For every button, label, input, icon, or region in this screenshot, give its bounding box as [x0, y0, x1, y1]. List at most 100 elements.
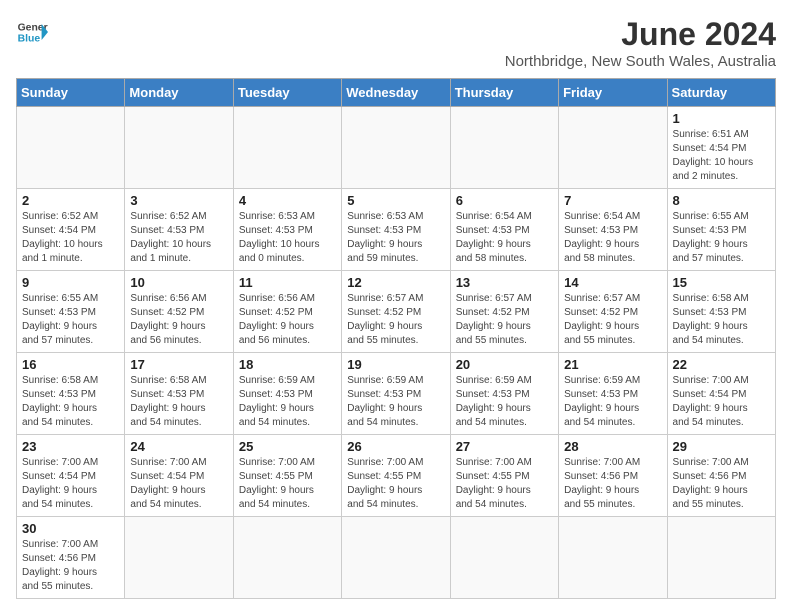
calendar-cell: 7Sunrise: 6:54 AM Sunset: 4:53 PM Daylig…	[559, 189, 667, 271]
calendar-cell	[233, 517, 341, 599]
calendar-cell: 23Sunrise: 7:00 AM Sunset: 4:54 PM Dayli…	[17, 435, 125, 517]
day-info: Sunrise: 7:00 AM Sunset: 4:54 PM Dayligh…	[673, 374, 770, 430]
day-number: 28	[564, 439, 661, 454]
calendar-cell: 21 Sunrise: 6:59 AM Sunset: 4:53 PM Dayli…	[559, 353, 667, 435]
day-number: 22	[673, 357, 770, 372]
title-area: June 2024 Northbridge, New South Wales, …	[505, 16, 776, 70]
calendar-cell	[450, 517, 558, 599]
day-info: Sunrise: 7:00 AM Sunset: 4:55 PM Dayligh…	[456, 456, 553, 512]
calendar-cell: 4Sunrise: 6:53 AM Sunset: 4:53 PM Daylig…	[233, 189, 341, 271]
calendar-cell: 28 Sunrise: 7:00 AM Sunset: 4:56 PM Dayli…	[559, 435, 667, 517]
calendar-cell: 19Sunrise: 6:59 AM Sunset: 4:53 PM Dayli…	[342, 353, 450, 435]
day-number: 15	[673, 275, 770, 290]
day-info: Sunrise: 6:57 AM Sunset: 4:52 PM Dayligh…	[564, 292, 661, 348]
calendar-cell: 1 Sunrise: 6:51 AM Sunset: 4:54 PM Daylig…	[667, 107, 775, 189]
calendar-cell	[233, 107, 341, 189]
day-number: 11	[239, 275, 336, 290]
day-info: Sunrise: 6:55 AM Sunset: 4:53 PM Dayligh…	[673, 210, 770, 266]
logo: General Blue	[16, 16, 48, 48]
day-number: 1	[673, 111, 770, 126]
calendar-cell: 24Sunrise: 7:00 AM Sunset: 4:54 PM Dayli…	[125, 435, 233, 517]
day-info: Sunrise: 6:57 AM Sunset: 4:52 PM Dayligh…	[456, 292, 553, 348]
day-info: Sunrise: 6:57 AM Sunset: 4:52 PM Dayligh…	[347, 292, 444, 348]
weekday-header-saturday: Saturday	[667, 79, 775, 107]
calendar-cell: 5 Sunrise: 6:53 AM Sunset: 4:53 PM Daylig…	[342, 189, 450, 271]
day-info: Sunrise: 6:54 AM Sunset: 4:53 PM Dayligh…	[564, 210, 661, 266]
day-info: Sunrise: 6:54 AM Sunset: 4:53 PM Dayligh…	[456, 210, 553, 266]
calendar-cell: 10 Sunrise: 6:56 AM Sunset: 4:52 PM Dayli…	[125, 271, 233, 353]
day-info: Sunrise: 6:52 AM Sunset: 4:54 PM Dayligh…	[22, 210, 119, 266]
calendar-cell	[17, 107, 125, 189]
calendar-cell: 17Sunrise: 6:58 AM Sunset: 4:53 PM Dayli…	[125, 353, 233, 435]
day-number: 12	[347, 275, 444, 290]
day-number: 13	[456, 275, 553, 290]
day-number: 8	[673, 193, 770, 208]
day-info: Sunrise: 6:52 AM Sunset: 4:53 PM Dayligh…	[130, 210, 227, 266]
day-info: Sunrise: 6:59 AM Sunset: 4:53 PM Dayligh…	[564, 374, 661, 430]
calendar-subtitle: Northbridge, New South Wales, Australia	[505, 53, 776, 70]
day-info: Sunrise: 7:00 AM Sunset: 4:55 PM Dayligh…	[239, 456, 336, 512]
day-info: Sunrise: 6:56 AM Sunset: 4:52 PM Dayligh…	[239, 292, 336, 348]
weekday-header-tuesday: Tuesday	[233, 79, 341, 107]
calendar-cell: 2 Sunrise: 6:52 AM Sunset: 4:54 PM Daylig…	[17, 189, 125, 271]
day-number: 17	[130, 357, 227, 372]
calendar-cell: 30 Sunrise: 7:00 AM Sunset: 4:56 PM Dayli…	[17, 517, 125, 599]
weekday-header-wednesday: Wednesday	[342, 79, 450, 107]
calendar-cell: 18 Sunrise: 6:59 AM Sunset: 4:53 PM Dayli…	[233, 353, 341, 435]
day-info: Sunrise: 7:00 AM Sunset: 4:56 PM Dayligh…	[564, 456, 661, 512]
calendar-cell: 6 Sunrise: 6:54 AM Sunset: 4:53 PM Daylig…	[450, 189, 558, 271]
day-info: Sunrise: 6:59 AM Sunset: 4:53 PM Dayligh…	[239, 374, 336, 430]
calendar-cell: 27Sunrise: 7:00 AM Sunset: 4:55 PM Dayli…	[450, 435, 558, 517]
day-number: 5	[347, 193, 444, 208]
calendar-cell	[559, 517, 667, 599]
calendar-cell	[559, 107, 667, 189]
day-info: Sunrise: 6:51 AM Sunset: 4:54 PM Dayligh…	[673, 128, 770, 184]
day-number: 24	[130, 439, 227, 454]
calendar-cell	[342, 517, 450, 599]
day-info: Sunrise: 7:00 AM Sunset: 4:56 PM Dayligh…	[673, 456, 770, 512]
calendar-table: SundayMondayTuesdayWednesdayThursdayFrid…	[16, 78, 776, 599]
calendar-body: 1 Sunrise: 6:51 AM Sunset: 4:54 PM Daylig…	[17, 107, 776, 599]
day-info: Sunrise: 6:58 AM Sunset: 4:53 PM Dayligh…	[22, 374, 119, 430]
day-number: 16	[22, 357, 119, 372]
day-info: Sunrise: 6:53 AM Sunset: 4:53 PM Dayligh…	[347, 210, 444, 266]
day-number: 30	[22, 521, 119, 536]
day-number: 18	[239, 357, 336, 372]
weekday-row: SundayMondayTuesdayWednesdayThursdayFrid…	[17, 79, 776, 107]
day-info: Sunrise: 6:59 AM Sunset: 4:53 PM Dayligh…	[456, 374, 553, 430]
day-number: 14	[564, 275, 661, 290]
day-number: 10	[130, 275, 227, 290]
day-number: 21	[564, 357, 661, 372]
day-info: Sunrise: 7:00 AM Sunset: 4:55 PM Dayligh…	[347, 456, 444, 512]
day-number: 9	[22, 275, 119, 290]
calendar-cell: 20 Sunrise: 6:59 AM Sunset: 4:53 PM Dayli…	[450, 353, 558, 435]
week-row-2: 9 Sunrise: 6:55 AM Sunset: 4:53 PM Daylig…	[17, 271, 776, 353]
calendar-cell: 11 Sunrise: 6:56 AM Sunset: 4:52 PM Dayli…	[233, 271, 341, 353]
calendar-cell: 8 Sunrise: 6:55 AM Sunset: 4:53 PM Daylig…	[667, 189, 775, 271]
calendar-cell	[342, 107, 450, 189]
day-number: 4	[239, 193, 336, 208]
calendar-cell: 9 Sunrise: 6:55 AM Sunset: 4:53 PM Daylig…	[17, 271, 125, 353]
calendar-cell: 15 Sunrise: 6:58 AM Sunset: 4:53 PM Dayli…	[667, 271, 775, 353]
weekday-header-friday: Friday	[559, 79, 667, 107]
day-info: Sunrise: 6:55 AM Sunset: 4:53 PM Dayligh…	[22, 292, 119, 348]
day-info: Sunrise: 7:00 AM Sunset: 4:56 PM Dayligh…	[22, 538, 119, 594]
weekday-header-monday: Monday	[125, 79, 233, 107]
day-info: Sunrise: 6:58 AM Sunset: 4:53 PM Dayligh…	[673, 292, 770, 348]
svg-text:Blue: Blue	[18, 34, 41, 45]
day-number: 23	[22, 439, 119, 454]
weekday-header-sunday: Sunday	[17, 79, 125, 107]
day-number: 20	[456, 357, 553, 372]
weekday-header-thursday: Thursday	[450, 79, 558, 107]
calendar-cell: 26Sunrise: 7:00 AM Sunset: 4:55 PM Dayli…	[342, 435, 450, 517]
day-number: 3	[130, 193, 227, 208]
calendar-cell: 13 Sunrise: 6:57 AM Sunset: 4:52 PM Dayli…	[450, 271, 558, 353]
day-number: 2	[22, 193, 119, 208]
day-info: Sunrise: 6:56 AM Sunset: 4:52 PM Dayligh…	[130, 292, 227, 348]
day-number: 6	[456, 193, 553, 208]
calendar-cell: 29Sunrise: 7:00 AM Sunset: 4:56 PM Dayli…	[667, 435, 775, 517]
calendar-cell: 25Sunrise: 7:00 AM Sunset: 4:55 PM Dayli…	[233, 435, 341, 517]
calendar-cell	[667, 517, 775, 599]
calendar-cell: 14 Sunrise: 6:57 AM Sunset: 4:52 PM Dayli…	[559, 271, 667, 353]
calendar-cell: 16 Sunrise: 6:58 AM Sunset: 4:53 PM Dayli…	[17, 353, 125, 435]
